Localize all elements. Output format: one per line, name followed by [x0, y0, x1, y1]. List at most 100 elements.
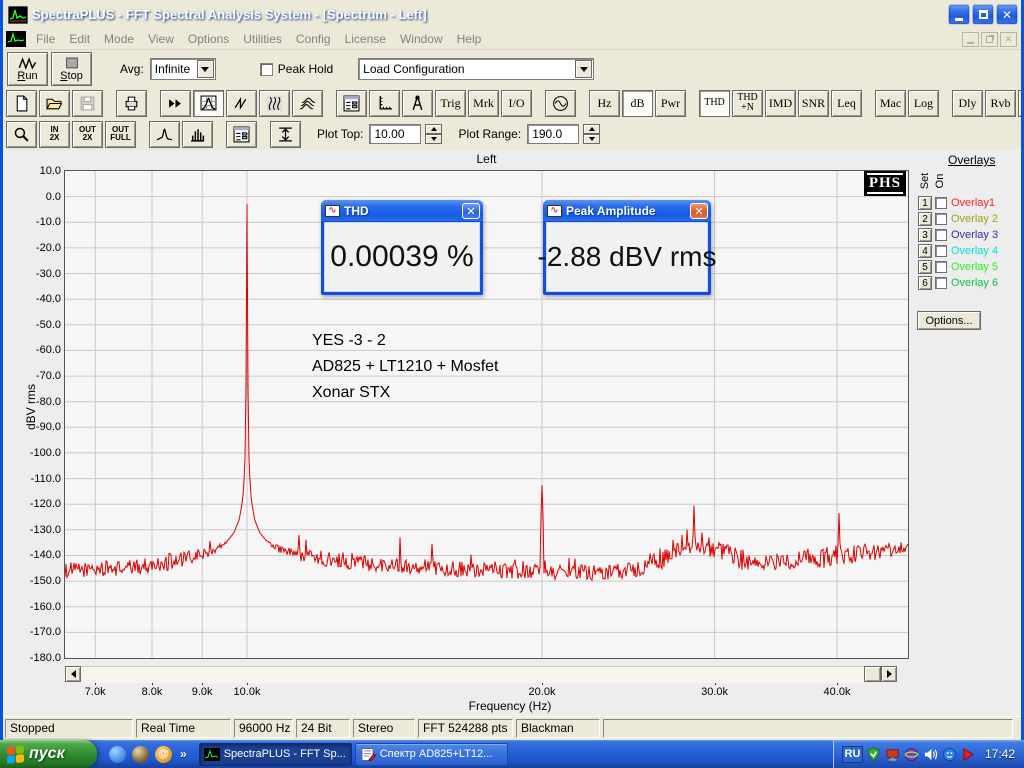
scrollbar-track[interactable]	[81, 666, 864, 683]
mail-at-icon[interactable]: @	[155, 746, 172, 763]
globe-icon[interactable]	[132, 746, 149, 763]
overlay-on-checkbox-4[interactable]	[935, 245, 947, 257]
minimize-button[interactable]	[948, 4, 970, 25]
menu-license[interactable]: License	[338, 30, 393, 48]
antivirus-icon[interactable]	[866, 746, 882, 762]
delay-meter-button[interactable]: Dly	[952, 90, 983, 117]
plot-range-input-spin-down[interactable]	[583, 134, 600, 144]
overlay-set-button-4[interactable]: 4	[918, 244, 932, 258]
trigger-button[interactable]: Trig	[435, 90, 466, 117]
overlay-set-button-3[interactable]: 3	[918, 228, 932, 242]
mdi-restore-button[interactable]	[981, 32, 998, 47]
plot-top-input[interactable]: 10.00	[369, 124, 421, 144]
close-button[interactable]: ✕	[996, 4, 1018, 25]
network-icon[interactable]	[904, 746, 920, 762]
start-button[interactable]: пуск	[0, 740, 97, 768]
combo-arrow-icon[interactable]	[197, 60, 214, 78]
time-series-view-button[interactable]	[226, 90, 257, 117]
octave-view-button[interactable]	[182, 121, 213, 148]
menu-mode[interactable]: Mode	[97, 30, 141, 48]
zoom-in-2x-button[interactable]: IN2X	[39, 121, 70, 148]
scale-settings-button[interactable]	[369, 90, 400, 117]
leq-meter-button[interactable]: Leq	[831, 90, 862, 117]
signal-generator-button[interactable]	[545, 90, 576, 117]
save-file-button[interactable]	[72, 90, 103, 117]
imd-meter-button[interactable]: IMD	[765, 90, 796, 117]
menu-file[interactable]: File	[29, 30, 62, 48]
menu-help[interactable]: Help	[450, 30, 489, 48]
combo-arrow-icon[interactable]	[575, 60, 592, 78]
display-settings-button[interactable]	[336, 90, 367, 117]
narrowband-view-button[interactable]	[149, 121, 180, 148]
scrollbar-thumb[interactable]	[864, 666, 881, 682]
print-button[interactable]	[116, 90, 147, 117]
download-manager-icon[interactable]	[961, 746, 977, 762]
menu-view[interactable]: View	[141, 30, 181, 48]
overlay-set-button-1[interactable]: 1	[918, 196, 932, 210]
overlay-on-checkbox-5[interactable]	[935, 261, 947, 273]
overlay-set-button-6[interactable]: 6	[918, 276, 932, 290]
markers-button[interactable]: Mrk	[468, 90, 499, 117]
mdi-close-button[interactable]: ✕	[1000, 32, 1017, 47]
overlay-set-button-5[interactable]: 5	[918, 260, 932, 274]
overlay-on-checkbox-2[interactable]	[935, 213, 947, 225]
averaging-combobox[interactable]: Infinite	[150, 58, 216, 80]
snr-meter-button[interactable]: SNR	[798, 90, 829, 117]
peak-amplitude-close-button[interactable]: ✕	[690, 203, 708, 219]
new-file-button[interactable]	[6, 90, 37, 117]
load-configuration-combobox[interactable]: Load Configuration	[358, 58, 594, 80]
thd-close-button[interactable]: ✕	[462, 203, 480, 219]
language-indicator[interactable]: RU	[842, 746, 863, 763]
peak-amplitude-title-bar[interactable]: ∿ Peak Amplitude ✕	[543, 200, 711, 221]
io-device-button[interactable]: I/O	[501, 90, 532, 117]
mdi-minimize-button[interactable]	[962, 32, 979, 47]
zoom-out-2x-button[interactable]: OUT2X	[72, 121, 103, 148]
thd-meter-button[interactable]: THD	[699, 90, 730, 117]
menu-options[interactable]: Options	[181, 30, 236, 48]
zoom-button[interactable]	[6, 121, 37, 148]
overlay-on-checkbox-1[interactable]	[935, 197, 947, 209]
peak-hold-checkbox[interactable]	[260, 63, 273, 76]
logging-button[interactable]: Log	[908, 90, 939, 117]
surface-view-button[interactable]	[292, 90, 323, 117]
overlay-on-checkbox-6[interactable]	[935, 277, 947, 289]
spectrogram-view-button[interactable]	[259, 90, 290, 117]
reverb-meter-button[interactable]: Rvb	[985, 90, 1016, 117]
scroll-right-button[interactable]	[881, 666, 897, 682]
thdn-meter-button[interactable]: THD+N	[732, 90, 763, 117]
taskbar-task-2[interactable]: Спектр AD825+LT12...	[355, 743, 508, 766]
maximize-button[interactable]	[972, 4, 994, 25]
plot-range-input-spin-up[interactable]	[583, 124, 600, 134]
open-file-button[interactable]	[39, 90, 70, 117]
spectrum-view-button[interactable]	[193, 90, 224, 117]
taskbar-task-1[interactable]: SpectraPLUS - FFT Sp...	[199, 743, 352, 766]
amplitude-db-button[interactable]: dB	[622, 90, 653, 117]
spectrum-plot[interactable]: PHS	[65, 171, 908, 658]
menu-utilities[interactable]: Utilities	[236, 30, 289, 48]
zoom-out-full-button[interactable]: OUTFULL	[105, 121, 136, 148]
messenger-icon[interactable]	[942, 746, 958, 762]
chevron-icon[interactable]: »	[180, 747, 187, 761]
browser-icon[interactable]	[109, 746, 126, 763]
plot-top-input-spin-down[interactable]	[425, 134, 442, 144]
power-units-button[interactable]: Pwr	[655, 90, 686, 117]
plot-options-button[interactable]	[226, 121, 257, 148]
vertical-autoscale-button[interactable]	[270, 121, 301, 148]
plot-range-input[interactable]: 190.0	[527, 124, 579, 144]
scroll-left-button[interactable]	[65, 666, 81, 682]
macro-button[interactable]: Mac	[875, 90, 906, 117]
menu-config[interactable]: Config	[289, 30, 338, 48]
thd-title-bar[interactable]: ∿ THD ✕	[321, 200, 483, 221]
stop-button[interactable]: Stop	[51, 52, 92, 86]
frequency-units-button[interactable]: Hz	[589, 90, 620, 117]
overlay-on-checkbox-3[interactable]	[935, 229, 947, 241]
fast-average-button[interactable]	[160, 90, 191, 117]
run-button[interactable]: Run	[7, 52, 48, 86]
volume-icon[interactable]	[923, 746, 939, 762]
calipers-button[interactable]	[402, 90, 433, 117]
overlay-set-button-2[interactable]: 2	[918, 212, 932, 226]
menu-window[interactable]: Window	[393, 30, 450, 48]
display-icon[interactable]	[885, 746, 901, 762]
menu-edit[interactable]: Edit	[62, 30, 97, 48]
overlays-options-button[interactable]: Options...	[917, 311, 981, 330]
